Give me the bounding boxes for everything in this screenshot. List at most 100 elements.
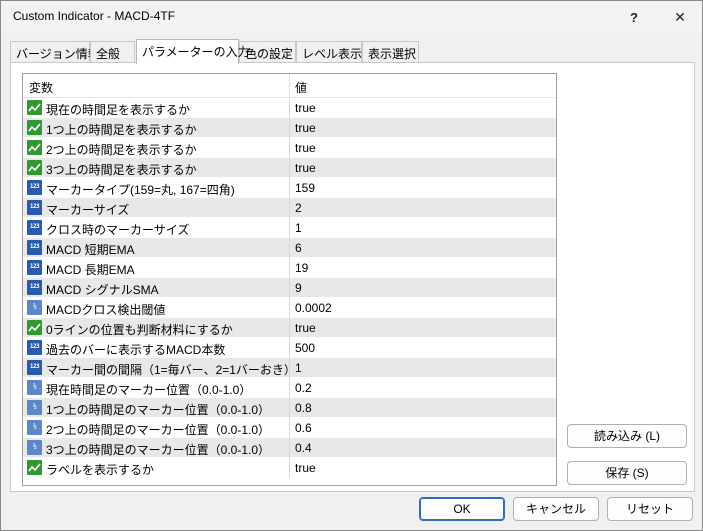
param-value[interactable]: true [295,141,316,155]
param-name: 1つ上の時間足を表示するか [46,123,197,137]
double-param-icon: ½ [27,440,42,455]
table-row[interactable]: 123 過去のバーに表示するMACD本数 500 [23,338,556,358]
table-row[interactable]: 2つ上の時間足を表示するか true [23,138,556,158]
param-name: 0ラインの位置も判断材料にするか [46,323,233,337]
table-row[interactable]: 123 MACD 短期EMA 6 [23,238,556,258]
param-type-label: 123 [29,363,40,370]
param-value[interactable]: 1 [295,361,302,375]
table-row[interactable]: 現在の時間足を表示するか true [23,98,556,118]
double-param-icon: ½ [27,420,42,435]
integer-param-icon: 123 [27,240,42,255]
cell-divider [289,338,290,358]
column-header-value[interactable]: 値 [295,79,307,96]
table-row[interactable]: 1つ上の時間足を表示するか true [23,118,556,138]
param-name: 3つ上の時間足を表示するか [46,163,197,177]
window-title: Custom Indicator - MACD-4TF [13,9,176,23]
table-row[interactable]: 123 マーカーサイズ 2 [23,198,556,218]
table-row[interactable]: ½ 2つ上の時間足のマーカー位置（0.0-1.0） 0.6 [23,418,556,438]
param-name: 2つ上の時間足のマーカー位置（0.0-1.0） [46,423,271,437]
table-row[interactable]: 123 MACD シグナルSMA 9 [23,278,556,298]
table-row[interactable]: ½ 3つ上の時間足のマーカー位置（0.0-1.0） 0.4 [23,438,556,458]
param-value[interactable]: 6 [295,241,302,255]
table-row[interactable]: 123 マーカー間の間隔（1=毎バー、2=1バーおき） 1 [23,358,556,378]
param-value[interactable]: true [295,121,316,135]
tab-parameters[interactable]: パラメーターの入力 [136,39,250,64]
table-row[interactable]: ½ MACDクロス検出閾値 0.0002 [23,298,556,318]
cell-divider [289,438,290,458]
cell-divider [289,378,290,398]
dialog-window: Custom Indicator - MACD-4TF ? ✕ バージョン情報 … [0,0,703,531]
param-name: MACD シグナルSMA [46,283,159,297]
tab-general[interactable]: 全般 [90,41,135,63]
column-header-variable[interactable]: 変数 [29,79,53,96]
param-value[interactable]: 0.6 [295,421,312,435]
save-button[interactable]: 保存 (S) [567,461,687,485]
bool-param-icon [27,320,42,335]
param-name: マーカーサイズ [46,203,130,217]
parameters-panel: 変数 値 現在の時間足を表示するか true 1つ上の時間足を表示するか true 2つ… [10,62,695,492]
bool-param-icon [27,460,42,475]
param-type-label: ½ [32,423,37,430]
table-row[interactable]: 123 クロス時のマーカーサイズ 1 [23,218,556,238]
param-value[interactable]: 2 [295,201,302,215]
param-name: ラベルを表示するか [46,463,155,477]
param-value[interactable]: 0.8 [295,401,312,415]
tab-visualization[interactable]: 表示選択 [362,41,419,63]
title-bar: Custom Indicator - MACD-4TF ? ✕ [1,1,702,33]
param-value[interactable]: 500 [295,341,315,355]
cell-divider [289,218,290,238]
grid-header: 変数 値 [23,74,556,98]
param-value[interactable]: 1 [295,221,302,235]
param-value[interactable]: 0.0002 [295,301,332,315]
bool-param-icon [27,140,42,155]
param-type-label: 123 [29,243,40,250]
ok-button[interactable]: OK [419,497,505,521]
double-param-icon: ½ [27,300,42,315]
param-value[interactable]: 159 [295,181,315,195]
integer-param-icon: 123 [27,220,42,235]
load-button[interactable]: 読み込み (L) [567,424,687,448]
reset-button[interactable]: リセット [607,497,693,521]
param-value[interactable]: true [295,161,316,175]
integer-param-icon: 123 [27,340,42,355]
param-value[interactable]: true [295,101,316,115]
cell-divider [289,318,290,338]
tab-levels[interactable]: レベル表示 [296,41,362,63]
cell-divider [289,398,290,418]
param-type-label: ½ [32,303,37,310]
cell-divider [289,98,290,118]
param-value[interactable]: 9 [295,281,302,295]
close-button[interactable]: ✕ [657,1,703,33]
cell-divider [289,278,290,298]
param-type-label: ½ [32,383,37,390]
help-button[interactable]: ? [611,1,657,33]
param-type-label: 123 [29,263,40,270]
param-value[interactable]: 0.4 [295,441,312,455]
param-name: MACDクロス検出閾値 [46,303,166,317]
table-row[interactable]: 123 マーカータイプ(159=丸, 167=四角) 159 [23,178,556,198]
param-type-label: ½ [32,403,37,410]
table-row[interactable]: ラベルを表示するか true [23,458,556,478]
table-row[interactable]: ½ 1つ上の時間足のマーカー位置（0.0-1.0） 0.8 [23,398,556,418]
param-name: 2つ上の時間足を表示するか [46,143,197,157]
param-type-label: 123 [29,183,40,190]
param-value[interactable]: true [295,321,316,335]
param-name: 3つ上の時間足のマーカー位置（0.0-1.0） [46,443,271,457]
table-row[interactable]: 0ラインの位置も判断材料にするか true [23,318,556,338]
cancel-button[interactable]: キャンセル [513,497,599,521]
bool-param-icon [27,160,42,175]
param-value[interactable]: 19 [295,261,308,275]
table-row[interactable]: 3つ上の時間足を表示するか true [23,158,556,178]
param-type-label: 123 [29,283,40,290]
param-value[interactable]: true [295,461,316,475]
param-name: 1つ上の時間足のマーカー位置（0.0-1.0） [46,403,271,417]
param-name: マーカー間の間隔（1=毎バー、2=1バーおき） [46,363,289,377]
param-value[interactable]: 0.2 [295,381,312,395]
param-type-label: 123 [29,223,40,230]
column-divider[interactable] [289,74,290,98]
param-name: 現在の時間足を表示するか [46,103,191,117]
tab-version-info[interactable]: バージョン情報 [10,41,100,63]
param-name: クロス時のマーカーサイズ [46,223,190,237]
table-row[interactable]: ½ 現在時間足のマーカー位置（0.0-1.0） 0.2 [23,378,556,398]
table-row[interactable]: 123 MACD 長期EMA 19 [23,258,556,278]
